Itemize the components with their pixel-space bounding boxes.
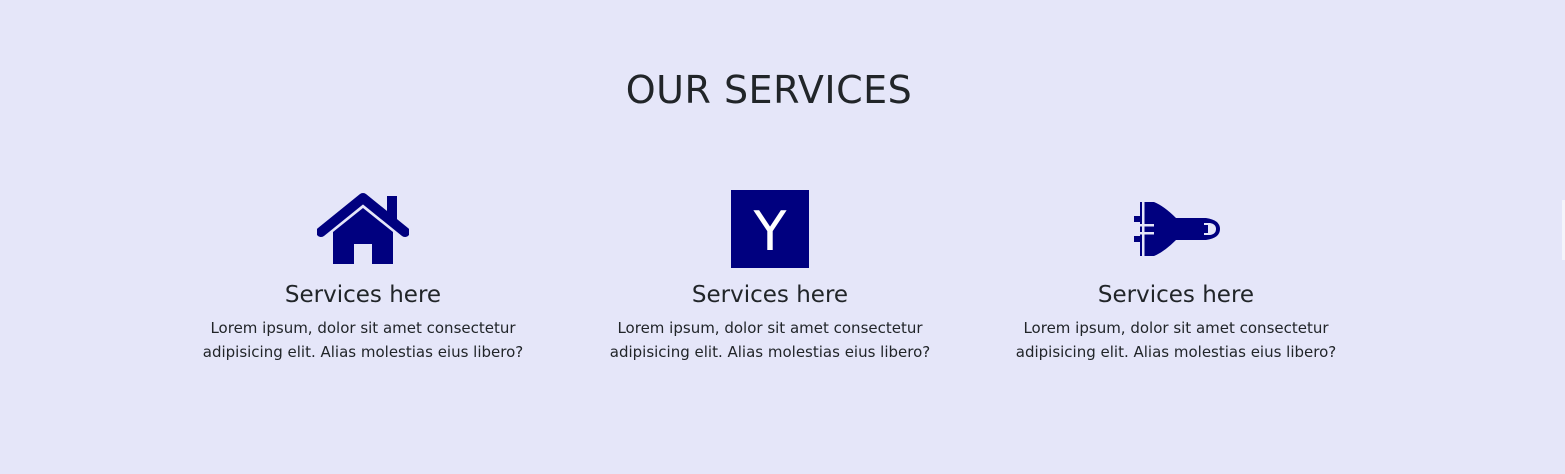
service-title: Services here — [691, 282, 849, 308]
service-description: Lorem ipsum, dolor sit amet consectetur … — [202, 319, 524, 361]
y-letter: Y — [753, 200, 788, 263]
service-title: Services here — [284, 282, 442, 308]
service-card: Y Services here Lorem ipsum, dolor sit a… — [600, 188, 940, 364]
services-section: OUR SERVICES Services here Lorem ipsum, … — [0, 0, 1565, 474]
space-shuttle-icon — [1006, 188, 1346, 270]
section-title: OUR SERVICES — [625, 68, 913, 112]
y-combinator-icon: Y — [600, 188, 940, 270]
service-card: Services here Lorem ipsum, dolor sit ame… — [193, 188, 533, 364]
service-title: Services here — [1097, 282, 1255, 308]
service-card: Services here Lorem ipsum, dolor sit ame… — [1006, 188, 1346, 364]
service-description: Lorem ipsum, dolor sit amet consectetur … — [1015, 319, 1337, 361]
service-description: Lorem ipsum, dolor sit amet consectetur … — [609, 319, 931, 361]
home-icon — [193, 188, 533, 270]
